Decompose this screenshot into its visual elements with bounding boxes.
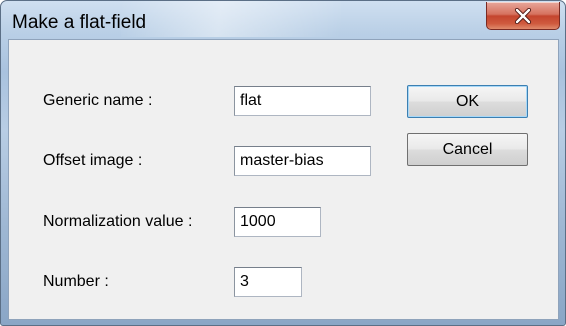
number-input[interactable] — [234, 267, 302, 297]
offset-image-input[interactable] — [234, 146, 371, 176]
dialog-body: Generic name : Offset image : Normalizat… — [8, 39, 559, 320]
normalization-value-label: Normalization value : — [43, 213, 193, 230]
cancel-button[interactable]: Cancel — [407, 133, 528, 166]
generic-name-input[interactable] — [234, 86, 371, 116]
number-label: Number : — [43, 273, 109, 290]
close-icon — [514, 7, 532, 24]
normalization-value-input[interactable] — [234, 207, 321, 237]
window-title: Make a flat-field — [12, 12, 147, 33]
dialog-window: Make a flat-field Generic name : Offset … — [0, 0, 566, 326]
generic-name-label: Generic name : — [43, 92, 153, 109]
ok-button[interactable]: OK — [407, 85, 528, 118]
offset-image-label: Offset image : — [43, 152, 143, 169]
close-button[interactable] — [486, 2, 560, 30]
